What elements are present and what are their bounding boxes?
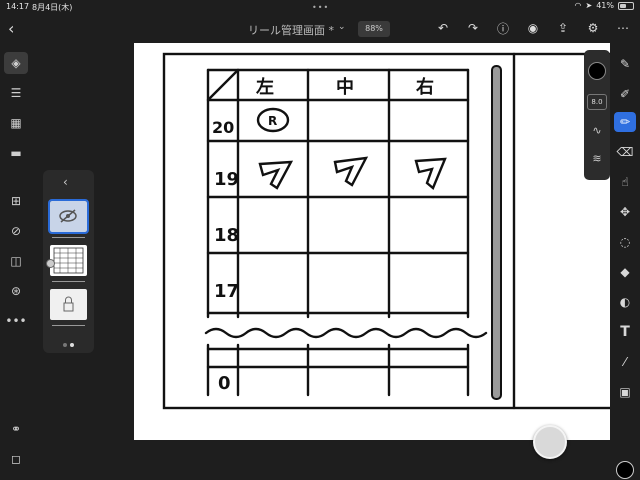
top-actions: ↶ ↷ ⓘ ◉ ⇪ ⚙ ⋯: [434, 19, 632, 37]
sketch-sheet: 左 中 右 20 Ⓡ R 19 18 17 0: [162, 52, 610, 410]
hidden-eye-icon: [59, 209, 77, 223]
grid-icon[interactable]: ▦: [4, 112, 28, 134]
hide-layer-icon[interactable]: ⊘: [4, 220, 28, 242]
layer-thumbnail-hidden[interactable]: [48, 199, 89, 234]
multitask-dots-icon[interactable]: •••: [312, 3, 329, 12]
layer-stack-edge: [52, 235, 85, 238]
settings-gear-icon[interactable]: ⚙: [584, 19, 602, 37]
brush-options-panel: 8.0 ∿ ≋: [584, 50, 610, 180]
help-icon[interactable]: ⓘ: [494, 19, 512, 37]
collapse-chevron-icon[interactable]: ‹: [63, 175, 68, 189]
location-icon: ➤: [585, 1, 593, 10]
brush-size-field[interactable]: 8.0: [587, 94, 607, 110]
app-window: 14:17 8月4日(木) ••• ◠ ➤ 41% ‹ リール管理画面 * ⌄ …: [0, 0, 640, 480]
layer-properties-icon[interactable]: ⚭: [4, 418, 28, 440]
drawn-scroll-bar: [491, 65, 502, 400]
column-header-center: 中: [336, 76, 354, 98]
row-label-17: 17: [214, 281, 239, 302]
share-user-icon[interactable]: ◉: [524, 19, 542, 37]
status-right: ◠ ➤ 41%: [575, 1, 634, 10]
layer-thumbnail-table[interactable]: [50, 245, 87, 276]
lock-icon: [63, 296, 74, 312]
layer-stack-edge: [52, 323, 85, 326]
eraser-icon[interactable]: ⌫: [614, 142, 636, 162]
column-header-right: 右: [416, 76, 434, 98]
brush-color-swatch[interactable]: [588, 62, 606, 80]
right-toolbar: ✎ ✐ ✏ ⌫ ☝ ✥ ◌ ◆ ◐ T ⁄ ▣: [610, 48, 640, 479]
brush-settings-icon[interactable]: ≋: [589, 152, 605, 168]
smoothing-wave-icon[interactable]: ∿: [589, 124, 605, 140]
layer-opacity-handle[interactable]: [46, 259, 55, 268]
battery-percent: 41%: [596, 1, 614, 10]
mask-icon[interactable]: ◫: [4, 250, 28, 272]
battery-fill: [620, 3, 626, 8]
comment-icon[interactable]: ▬: [4, 142, 28, 164]
status-date: 8月4日(木): [32, 3, 73, 12]
transform-move-icon[interactable]: ✥: [614, 202, 636, 222]
text-tool-icon[interactable]: T: [614, 322, 636, 342]
status-bar: 14:17 8月4日(木) ••• ◠ ➤ 41%: [0, 0, 640, 12]
blend-mode-icon[interactable]: ⊛: [4, 280, 28, 302]
eyedropper-icon[interactable]: ⁄: [614, 352, 636, 372]
fill-bucket-icon[interactable]: ◆: [614, 262, 636, 282]
battery-icon: [618, 1, 634, 10]
undo-icon[interactable]: ↶: [434, 19, 452, 37]
page-dot: [63, 343, 67, 347]
column-header-left: 左: [256, 76, 274, 98]
adjustments-sliders-icon[interactable]: ☰: [4, 82, 28, 104]
drawing-canvas[interactable]: 左 中 右 20 Ⓡ R 19 18 17 0: [134, 43, 610, 440]
pencil-tool-icon[interactable]: ✏: [614, 112, 636, 132]
smudge-tool-icon[interactable]: ☝: [614, 172, 636, 192]
canvas-frame-icon[interactable]: ◻: [4, 448, 28, 470]
current-color-swatch[interactable]: [616, 461, 634, 479]
shape-tool-icon[interactable]: ◐: [614, 292, 636, 312]
top-bar: ‹ リール管理画面 * ⌄ 88% ↶ ↷ ⓘ ◉ ⇪ ⚙ ⋯: [0, 14, 640, 44]
row-label-18: 18: [214, 225, 239, 246]
wifi-icon: ◠: [574, 1, 582, 10]
touch-shortcut-button[interactable]: [533, 425, 567, 459]
left-toolbar: ◈ ☰ ▦ ▬ ⊞ ⊘ ◫ ⊛ ••• ⚭ ◻: [0, 48, 32, 480]
more-options-icon[interactable]: •••: [4, 310, 28, 332]
page-dot-active: [70, 343, 74, 347]
title-dropdown-chevron-icon[interactable]: ⌄: [338, 22, 346, 32]
add-layer-icon[interactable]: ⊞: [4, 190, 28, 212]
layer-thumbnail-locked[interactable]: [50, 289, 87, 320]
document-title[interactable]: リール管理画面 *: [248, 22, 334, 38]
redo-icon[interactable]: ↷: [464, 19, 482, 37]
row-label-0: 0: [218, 373, 231, 394]
brush-tool-icon[interactable]: ✎: [614, 54, 636, 74]
page-indicator: [63, 343, 74, 347]
back-chevron-icon[interactable]: ‹: [8, 19, 14, 38]
cell-20-left-mark: R: [268, 114, 277, 128]
image-import-icon[interactable]: ▣: [614, 382, 636, 402]
export-icon[interactable]: ⇪: [554, 19, 572, 37]
row-label-20: 20: [212, 118, 234, 137]
layers-icon[interactable]: ◈: [4, 52, 28, 74]
status-time: 14:17: [6, 2, 30, 11]
paint-tool-icon[interactable]: ✐: [614, 84, 636, 104]
lasso-select-icon[interactable]: ◌: [614, 232, 636, 252]
row-label-19: 19: [214, 169, 239, 190]
table-preview: [53, 247, 84, 274]
more-icon[interactable]: ⋯: [614, 19, 632, 37]
layer-stack-edge: [52, 279, 85, 282]
zoom-level[interactable]: 88%: [358, 21, 390, 37]
